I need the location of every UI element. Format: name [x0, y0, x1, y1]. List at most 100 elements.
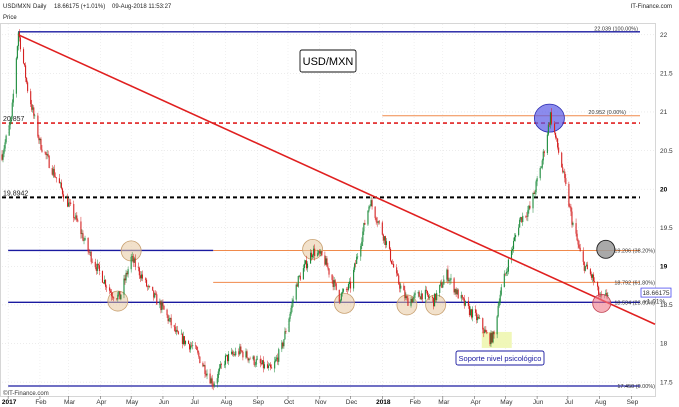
candle-body [328, 268, 330, 275]
candle-body [498, 302, 500, 306]
candle-body [450, 278, 452, 280]
candle-body [311, 252, 313, 258]
candle-body [249, 358, 251, 360]
candle-body [240, 346, 242, 351]
candle-body [569, 206, 571, 208]
candle-body [514, 237, 516, 241]
candle-body [271, 367, 273, 369]
candle-body [132, 256, 134, 263]
x-axis: 2017 Feb Mar Apr May Jun Jul Aug Sep Oct Nov Dec 201… [2, 396, 639, 406]
candle-body [428, 296, 431, 298]
candle-body [102, 282, 105, 284]
candle-body [561, 152, 563, 168]
candle-body [288, 318, 290, 332]
candle-body [362, 231, 364, 242]
candle-body [41, 149, 43, 152]
x-tick-label: Nov [315, 399, 327, 406]
candle-body [161, 302, 163, 311]
candle-body [188, 340, 190, 344]
candle-body [4, 142, 6, 149]
candle-body [475, 309, 477, 313]
candle-body [584, 266, 586, 271]
candle-body [169, 317, 171, 319]
candle-body [68, 202, 70, 207]
candle-body [590, 274, 592, 278]
candle-body [535, 181, 537, 193]
candle-body [210, 378, 212, 384]
candle-body [38, 136, 40, 141]
candles [1, 29, 609, 391]
candle-body [104, 279, 107, 287]
x-tick-label: Dec [346, 399, 358, 406]
price-axis-tag: Price [3, 15, 17, 21]
candle-body [376, 221, 378, 223]
candle-body [435, 293, 437, 300]
candle-body [70, 202, 72, 204]
candle-body [579, 247, 581, 252]
header-source: IT-Finance.com [631, 4, 672, 10]
candle-body [184, 340, 187, 345]
chart-title: USD/MXN [303, 56, 354, 68]
y-tick-label: 20 [660, 186, 668, 193]
candle-body [232, 351, 234, 355]
candle-body [134, 258, 136, 267]
candle-body [564, 171, 566, 179]
candle-body [547, 124, 549, 135]
y-tick-label: 17.5 [660, 379, 673, 386]
header-quote: 18.66175 (+1.01%) [54, 4, 105, 10]
candle-body [572, 223, 574, 225]
x-tick-label: May [126, 399, 139, 406]
candle-body [585, 264, 587, 267]
y-tick-label: 21.5 [660, 71, 673, 78]
candle-body [314, 248, 316, 257]
x-tick-label: Oct [284, 399, 294, 406]
candle-body [16, 46, 18, 59]
candle-body [238, 351, 240, 355]
level-label-22039: 22.039 (100.00%) [594, 26, 638, 32]
candle-body [113, 297, 115, 299]
candle-body [592, 274, 595, 282]
candle-body [303, 263, 305, 269]
current-circle [592, 293, 612, 313]
candle-body [90, 251, 92, 262]
candle-body [462, 297, 464, 299]
plot-frame [0, 23, 656, 397]
candle-body [568, 184, 570, 207]
candle-body [313, 248, 315, 256]
candle-body [235, 351, 237, 356]
candle-body [226, 354, 229, 362]
candle-body [31, 104, 33, 110]
level-label-19894: 19.8942 [3, 190, 28, 197]
candle-body [427, 295, 429, 298]
candle-body [46, 154, 48, 156]
y-tick-label: 21 [660, 109, 668, 116]
candle-body [285, 331, 287, 332]
candle-body [593, 281, 596, 282]
candle-body [583, 261, 585, 271]
candle-body [154, 293, 156, 298]
candle-body [1, 154, 3, 160]
candle-body [399, 283, 401, 289]
candle-body [591, 274, 594, 278]
x-tick-label: Sep [252, 399, 264, 406]
candle-body [540, 167, 542, 169]
candle-body [504, 273, 506, 275]
candle-body [138, 267, 140, 276]
candle-body [298, 275, 300, 277]
candle-body [106, 286, 108, 288]
candle-body [541, 160, 543, 168]
candle-body [397, 273, 399, 276]
candle-body [392, 263, 394, 265]
candle-body [33, 107, 35, 116]
candle-body [177, 331, 179, 335]
candle-body [168, 318, 170, 322]
candle-body [166, 309, 168, 316]
candle-body [39, 138, 41, 141]
candle-body [130, 256, 132, 270]
candle-body [127, 269, 129, 275]
candle-body [77, 220, 79, 222]
candle-body [189, 343, 191, 350]
support-annotation-text: Soporte nivel psicológico [459, 354, 542, 363]
candle-body [47, 154, 49, 157]
candle-body [97, 263, 99, 266]
